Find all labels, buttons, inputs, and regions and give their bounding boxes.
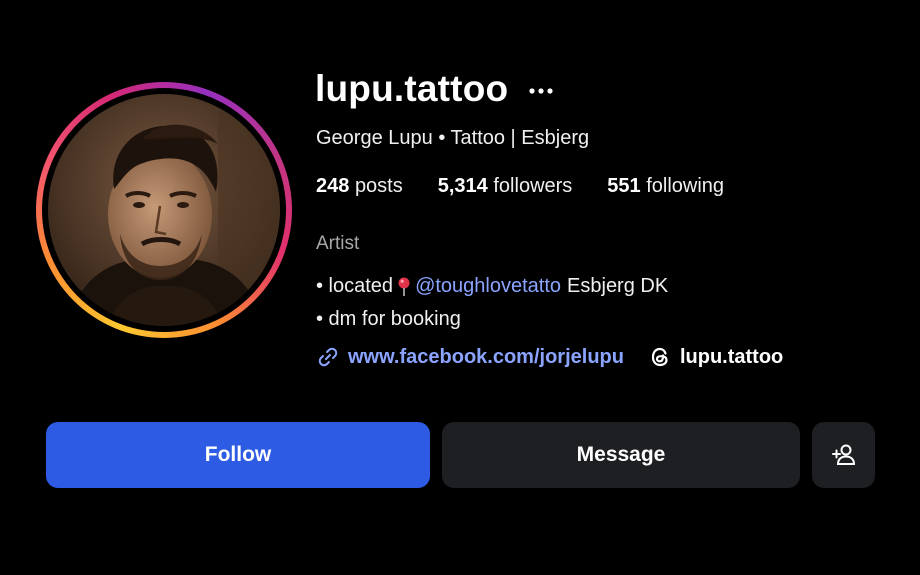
stat-posts-label: posts	[354, 175, 403, 197]
website-link[interactable]: www.facebook.com/jorjelupu	[316, 345, 624, 369]
bio-line-booking: • dm for booking	[316, 308, 461, 330]
threads-link-text: lupu.tattoo	[679, 345, 784, 368]
threads-link[interactable]: lupu.tattoo	[648, 345, 783, 369]
avatar	[48, 94, 280, 326]
profile-stats: 248 posts 5,314 followers 551 following	[316, 175, 759, 198]
follow-button-label: Follow	[204, 443, 272, 466]
more-icon	[529, 88, 553, 94]
bio-location-suffix: Esbjerg DK	[567, 275, 669, 297]
avatar-gap	[42, 88, 286, 332]
message-button[interactable]: Message	[442, 422, 800, 488]
stat-posts[interactable]: 248 posts	[316, 175, 403, 198]
more-options-button[interactable]	[528, 78, 554, 104]
location-pin-icon	[398, 277, 410, 296]
follow-button[interactable]: Follow	[46, 422, 430, 488]
stat-followers-count: 5,314	[437, 175, 488, 197]
link-icon	[318, 347, 338, 367]
profile-category: Artist	[316, 233, 360, 254]
profile-subtitle: George Lupu • Tattoo | Esbjerg	[316, 127, 590, 149]
add-person-icon	[831, 444, 855, 465]
bio-location-prefix: • located	[316, 275, 394, 297]
stat-posts-count: 248	[316, 175, 350, 197]
stat-following-count: 551	[607, 175, 641, 197]
profile-links: www.facebook.com/jorjelupu lupu.tattoo	[316, 345, 783, 369]
suggested-accounts-button[interactable]	[812, 422, 875, 488]
message-button-label: Message	[576, 443, 666, 466]
bio-mention-link[interactable]: @toughlovetatto	[415, 275, 561, 298]
avatar-story-ring[interactable]	[36, 82, 292, 338]
threads-icon	[651, 347, 668, 367]
stat-followers[interactable]: 5,314 followers	[438, 175, 573, 198]
stat-following[interactable]: 551 following	[607, 175, 724, 198]
username: lupu.tattoo	[315, 68, 509, 109]
website-link-text: www.facebook.com/jorjelupu	[348, 345, 624, 368]
stat-following-label: following	[646, 175, 725, 197]
bio-line-location: • located @toughlovetatto Esbjerg DK	[316, 275, 668, 298]
stat-followers-label: followers	[493, 175, 573, 197]
